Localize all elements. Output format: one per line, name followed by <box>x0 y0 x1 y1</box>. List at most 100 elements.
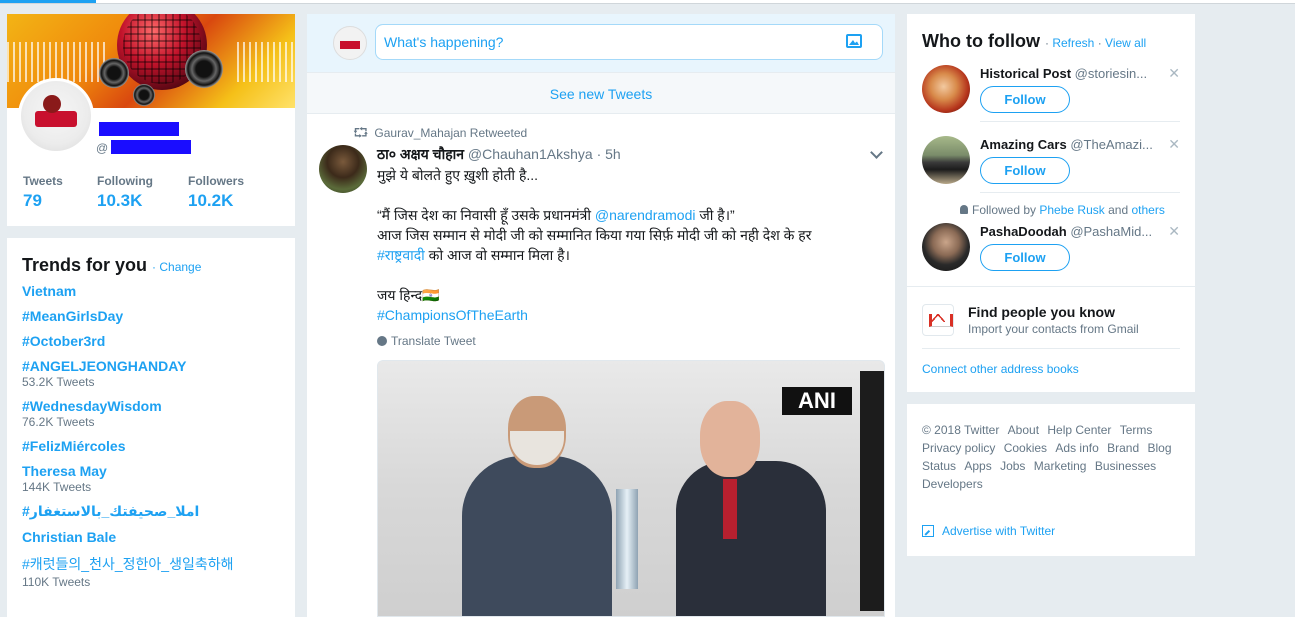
tweet-menu-chevron-icon[interactable] <box>870 146 883 159</box>
footer-link[interactable]: Developers <box>922 475 983 493</box>
footer-link[interactable]: Businesses <box>1095 457 1156 475</box>
tweet-author-name[interactable]: ठा० अक्षय चौहान <box>377 146 464 162</box>
footer-link[interactable]: Cookies <box>1004 439 1047 457</box>
footer-link[interactable]: Terms <box>1120 421 1153 439</box>
mention-link[interactable]: @narendramodi <box>595 207 696 223</box>
footer-link[interactable]: Marketing <box>1034 457 1087 475</box>
suggestion-name[interactable]: PashaDoodah @PashaMid... <box>980 224 1168 239</box>
trend-name: #WednesdayWisdom <box>22 398 162 414</box>
add-photo-icon[interactable] <box>846 34 862 48</box>
trend-name: #ANGELJEONGHANDAY <box>22 358 187 374</box>
stat-following[interactable]: Following 10.3K <box>97 174 188 211</box>
footer-link[interactable]: About <box>1008 421 1039 439</box>
profile-avatar[interactable] <box>18 78 94 154</box>
footer-link[interactable]: Blog <box>1147 439 1171 457</box>
tweet-timestamp[interactable]: · 5h <box>597 146 621 162</box>
suggestion-name[interactable]: Historical Post @storiesin... <box>980 66 1168 81</box>
trend-name: Christian Bale <box>22 529 117 545</box>
retweeted-by-text[interactable]: Gaurav_Mahajan Retweeted <box>374 126 527 140</box>
social-others-link[interactable]: others <box>1131 203 1164 217</box>
hashtag-link[interactable]: #राष्ट्रवादी <box>377 247 425 263</box>
trends-change-link[interactable]: · Change <box>152 260 201 274</box>
dismiss-close-icon[interactable]: ✕ <box>1168 65 1180 82</box>
divider <box>907 286 1195 287</box>
trend-item[interactable]: #ANGELJEONGHANDAY 53.2K Tweets <box>22 358 280 389</box>
trends-title: Trends for you · Change <box>22 255 280 276</box>
compose-tweet-input[interactable]: What's happening? <box>375 24 883 60</box>
top-nav-bar <box>0 0 1295 4</box>
follow-button[interactable]: Follow <box>980 86 1070 113</box>
retweet-context: ⮔ Gaurav_Mahajan Retweeted <box>353 124 527 146</box>
footer-panel: © 2018 Twitter About Help Center Terms P… <box>907 404 1195 556</box>
trend-item[interactable]: #FelizMiércoles <box>22 438 280 454</box>
advertise-label: Advertise with Twitter <box>942 524 1056 538</box>
footer-link[interactable]: Apps <box>964 457 991 475</box>
footer-link[interactable]: Brand <box>1107 439 1139 457</box>
divider <box>922 348 1180 349</box>
who-to-follow-title: Who to follow · Refresh · View all <box>922 31 1146 52</box>
banner-waveform <box>7 42 107 82</box>
trends-title-text: Trends for you <box>22 255 148 275</box>
see-new-tweets-button[interactable]: See new Tweets <box>307 72 895 114</box>
trend-item[interactable]: Theresa May 144K Tweets <box>22 463 280 494</box>
suggestion-avatar[interactable] <box>922 136 970 184</box>
tweet-line-text: जी है।” <box>695 207 735 223</box>
who-to-follow-actions: · Refresh · View all <box>1044 36 1147 50</box>
follow-button[interactable]: Follow <box>980 244 1070 271</box>
hashtag-link[interactable]: #ChampionsOfTheEarth <box>377 305 867 325</box>
trend-item[interactable]: #캐럿들의_천사_정한아_생일축하해 110K Tweets <box>22 554 280 589</box>
stat-followers[interactable]: Followers 10.2K <box>188 174 268 211</box>
trend-count: 110K Tweets <box>22 575 91 589</box>
footer-link[interactable]: Ads info <box>1055 439 1098 457</box>
trend-item[interactable]: Christian Bale <box>22 529 280 545</box>
tweet-line-text: “मैं जिस देश का निवासी हूँ उसके प्रधानमं… <box>377 207 595 223</box>
divider <box>980 192 1180 193</box>
tweet-line: “मैं जिस देश का निवासी हूँ उसके प्रधानमं… <box>377 205 867 225</box>
photo-watermark: ANI <box>782 387 852 415</box>
footer-link[interactable]: Help Center <box>1047 421 1111 439</box>
trend-item[interactable]: #October3rd <box>22 333 280 349</box>
trend-item[interactable]: #MeanGirlsDay <box>22 308 280 324</box>
person-icon <box>960 205 968 214</box>
tweet-author-handle[interactable]: @Chauhan1Akshya <box>468 146 593 162</box>
social-user-link[interactable]: Phebe Rusk <box>1039 203 1104 217</box>
footer-link[interactable]: Jobs <box>1000 457 1025 475</box>
view-all-link[interactable]: View all <box>1105 36 1146 50</box>
photo-figure <box>723 479 737 539</box>
banner-speaker <box>185 50 223 88</box>
composer-avatar <box>333 26 367 60</box>
tweet-photo[interactable]: ANI <box>377 360 885 617</box>
followed-by-context: Followed by Phebe Rusk and others <box>960 203 1165 217</box>
trend-item[interactable]: Vietnam <box>22 283 280 299</box>
trend-item[interactable]: #املا_صحيفتك_بالاستغفار <box>22 503 280 520</box>
suggestion-avatar[interactable] <box>922 223 970 271</box>
dismiss-close-icon[interactable]: ✕ <box>1168 223 1180 240</box>
dismiss-close-icon[interactable]: ✕ <box>1168 136 1180 153</box>
tweet-line: #राष्ट्रवादी को आज वो सम्मान मिला है। <box>377 245 867 265</box>
tweet-author-avatar[interactable] <box>319 145 367 193</box>
tweet-line: जय हिन्द🇮🇳 <box>377 287 440 303</box>
trend-item[interactable]: #WednesdayWisdom 76.2K Tweets <box>22 398 280 429</box>
follow-button[interactable]: Follow <box>980 157 1070 184</box>
trend-count: 76.2K Tweets <box>22 415 95 429</box>
stat-tweets[interactable]: Tweets 79 <box>23 174 97 211</box>
profile-card: @ Tweets 79 Following 10.3K Followers 10… <box>7 14 295 226</box>
photo-figure <box>860 371 884 611</box>
refresh-link[interactable]: Refresh <box>1052 36 1094 50</box>
trend-name: #املا_صحيفتك_بالاستغفار <box>22 503 200 519</box>
active-tab-indicator <box>0 0 96 3</box>
find-people-subtitle: Import your contacts from Gmail <box>968 322 1139 336</box>
connect-address-books-link[interactable]: Connect other address books <box>922 362 1079 376</box>
footer-link[interactable]: Privacy policy <box>922 439 995 457</box>
suggestion-name[interactable]: Amazing Cars @TheAmazi... <box>980 137 1168 152</box>
suggestion-display-name: Amazing Cars <box>980 137 1067 152</box>
advertise-link[interactable]: Advertise with Twitter <box>922 524 1055 538</box>
tweet-composer: What's happening? <box>307 14 895 72</box>
translate-label: Translate Tweet <box>391 334 476 348</box>
tweet-line: आज जिस सम्मान से मोदी जी को सम्मानित किय… <box>377 227 812 243</box>
suggestion-avatar[interactable] <box>922 65 970 113</box>
tweet-item[interactable]: ⮔ Gaurav_Mahajan Retweeted ठा० अक्षय चौहा… <box>307 114 895 617</box>
footer-link[interactable]: Status <box>922 457 956 475</box>
translate-tweet-link[interactable]: Translate Tweet <box>377 334 476 348</box>
banner-speaker <box>133 84 155 106</box>
